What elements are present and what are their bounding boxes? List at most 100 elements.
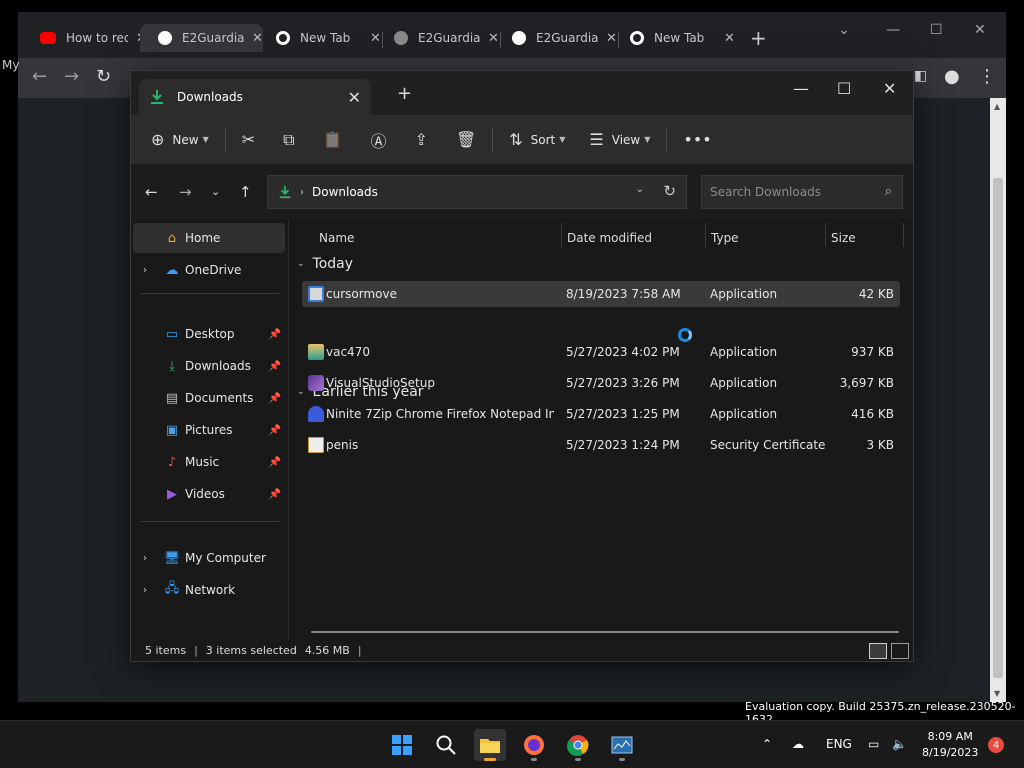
new-tab-button[interactable]: + (397, 83, 412, 104)
menu-icon[interactable]: ⋮ (978, 66, 996, 87)
explorer-tab-downloads[interactable]: Downloads ✕ (139, 79, 371, 115)
close-button[interactable]: ✕ (883, 79, 896, 98)
address-bar[interactable]: › Downloads ⌄ ↻ (267, 175, 687, 209)
taskbar-task-manager[interactable] (606, 729, 638, 761)
table-row[interactable]: cursormove 8/19/2023 7:58 AM Application 42… (302, 281, 900, 307)
notification-badge[interactable]: 4 (988, 737, 1004, 753)
chrome-tab-e2guardian[interactable]: E2Guardia ✕ (376, 24, 499, 52)
reload-icon[interactable]: ↻ (96, 66, 111, 87)
volume-icon[interactable]: 🔈 (892, 737, 907, 751)
sidebar-item-music[interactable]: ♪ Music 📌 (133, 447, 285, 477)
chrome-tab-newtab[interactable]: New Tab ✕ (258, 24, 381, 52)
horizontal-scrollbar[interactable] (311, 631, 899, 633)
chevron-right-icon[interactable]: › (143, 265, 147, 276)
new-button[interactable]: ⊕ New ▼ (143, 124, 217, 156)
new-tab-button[interactable]: + (750, 26, 767, 50)
cut-button[interactable]: ✂ (234, 124, 263, 156)
refresh-icon[interactable]: ↻ (663, 182, 676, 200)
chrome-tab-github-2[interactable]: E2Guardia ✕ (494, 24, 617, 52)
close-icon[interactable]: ✕ (348, 88, 361, 107)
sidebar-item-network[interactable]: › 🖧 Network (133, 575, 285, 605)
pin-icon[interactable]: 📌 (269, 393, 281, 404)
table-row[interactable]: penis 5/27/2023 1:24 PM Security Certifica… (302, 432, 900, 458)
sidebar-item-documents[interactable]: ▤ Documents 📌 (133, 383, 285, 413)
chevron-down-icon: ⌄ (297, 259, 305, 269)
minimize-button[interactable]: — (793, 79, 809, 98)
close-button[interactable]: ✕ (974, 22, 986, 38)
chevron-down-icon[interactable]: ⌄ (838, 22, 850, 38)
breadcrumb-downloads[interactable]: Downloads (312, 185, 378, 199)
more-options-button[interactable]: ••• (675, 124, 719, 156)
chrome-tab-github[interactable]: E2Guardia ✕ (140, 24, 263, 52)
pin-icon[interactable]: 📌 (269, 425, 281, 436)
maximize-button[interactable]: ☐ (837, 79, 851, 98)
column-header-size[interactable]: Size (831, 225, 856, 251)
back-icon[interactable]: ← (32, 66, 47, 87)
search-input[interactable]: Search Downloads ⌕ (701, 175, 903, 209)
chrome-tab-youtube[interactable]: How to rec ✕ (22, 24, 147, 52)
file-date: 5/27/2023 3:26 PM (566, 376, 680, 390)
paste-button[interactable]: 📋 (315, 124, 351, 156)
sidebar-item-desktop[interactable]: ▭ Desktop 📌 (133, 319, 285, 349)
share-button[interactable]: ⇪ (407, 124, 436, 156)
column-header-date[interactable]: Date modified (567, 225, 652, 251)
chevron-up-icon[interactable]: ⌃ (762, 737, 772, 751)
sidebar-item-pictures[interactable]: ▣ Pictures 📌 (133, 415, 285, 445)
sidebar-item-home[interactable]: ⌂ Home (133, 223, 285, 253)
github-icon (512, 31, 526, 45)
profile-icon[interactable]: ● (944, 66, 960, 87)
scroll-thumb[interactable] (993, 178, 1003, 678)
sidebar-item-downloads[interactable]: ⤓ Downloads 📌 (133, 351, 285, 381)
taskbar-chrome[interactable] (562, 729, 594, 761)
pin-icon[interactable]: 📌 (269, 329, 281, 340)
recent-locations-icon[interactable]: ⌄ (211, 185, 220, 198)
column-header-name[interactable]: Name (319, 225, 354, 251)
sort-button[interactable]: ⇅ Sort ▼ (501, 124, 573, 156)
back-icon[interactable]: ← (145, 183, 158, 201)
chrome-tab-newtab-2[interactable]: New Tab ✕ (612, 24, 735, 52)
copy-button[interactable]: ⧉ (275, 124, 302, 156)
table-row[interactable]: VisualStudioSetup 5/27/2023 3:26 PM Applic… (302, 370, 900, 396)
pin-icon[interactable]: 📌 (269, 457, 281, 468)
language-indicator[interactable]: ENG (826, 737, 852, 751)
sidebar-item-videos[interactable]: ▶ Videos 📌 (133, 479, 285, 509)
details-view-toggle[interactable] (869, 643, 887, 659)
group-header-today[interactable]: ⌄ Today (297, 253, 353, 275)
delete-button[interactable]: 🗑 (448, 124, 484, 156)
sidebar-icon[interactable]: ◧ (914, 68, 927, 84)
tiles-view-toggle[interactable] (891, 643, 909, 659)
chrome-scrollbar[interactable]: ▲ ▼ (990, 98, 1006, 702)
column-header-type[interactable]: Type (711, 225, 739, 251)
close-icon[interactable]: ✕ (724, 31, 735, 46)
forward-icon[interactable]: → (179, 183, 192, 201)
table-row[interactable]: Ninite 7Zip Chrome Firefox Notepad Inst.… (302, 401, 900, 427)
cloud-offline-icon[interactable]: ☁ (792, 737, 804, 751)
table-row[interactable]: vac470 5/27/2023 4:02 PM Application 937 KB (302, 339, 900, 365)
clock-time: 8:09 AM (927, 730, 973, 743)
pin-icon[interactable]: 📌 (269, 361, 281, 372)
chevron-right-icon[interactable]: › (143, 585, 147, 596)
sidebar-item-onedrive[interactable]: › ☁ OneDrive (133, 255, 285, 285)
file-date: 5/27/2023 1:25 PM (566, 407, 680, 421)
maximize-button[interactable]: ☐ (930, 22, 943, 38)
minimize-button[interactable]: — (886, 22, 900, 38)
chevron-down-icon[interactable]: ⌄ (636, 184, 644, 195)
taskbar-file-explorer[interactable] (474, 729, 506, 761)
system-clock[interactable]: 8:09 AM 8/19/2023 (922, 729, 978, 761)
taskbar-firefox[interactable] (518, 729, 550, 761)
search-button[interactable] (430, 729, 462, 761)
pin-icon[interactable]: 📌 (269, 489, 281, 500)
explorer-titlebar: Downloads ✕ + — ☐ ✕ (131, 71, 913, 115)
view-button[interactable]: ☰ View ▼ (581, 124, 658, 156)
up-icon[interactable]: ↑ (239, 183, 252, 201)
cloud-icon: ☁ (165, 262, 179, 278)
start-button[interactable] (386, 729, 418, 761)
view-label: View (611, 132, 641, 147)
sidebar-item-my-computer[interactable]: › 🖥 My Computer (133, 543, 285, 573)
rename-button[interactable]: Ⓐ (363, 124, 395, 156)
forward-icon[interactable]: → (64, 66, 79, 87)
file-name: cursormove (326, 287, 397, 301)
chevron-right-icon[interactable]: › (143, 553, 147, 564)
search-icon (436, 735, 456, 755)
network-icon[interactable]: ▭ (868, 737, 879, 751)
